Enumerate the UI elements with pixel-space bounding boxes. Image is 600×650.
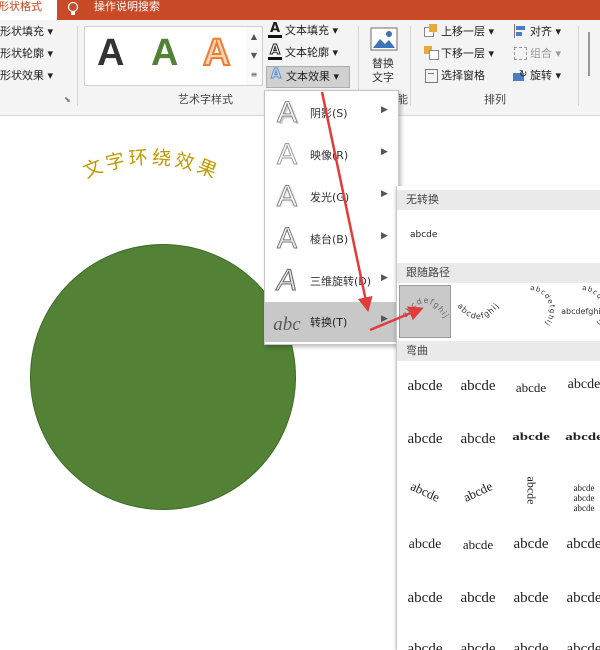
arrow-to-follow-path (369, 306, 424, 332)
arrow-to-transform (320, 91, 373, 313)
annotation-arrows (320, 91, 424, 332)
